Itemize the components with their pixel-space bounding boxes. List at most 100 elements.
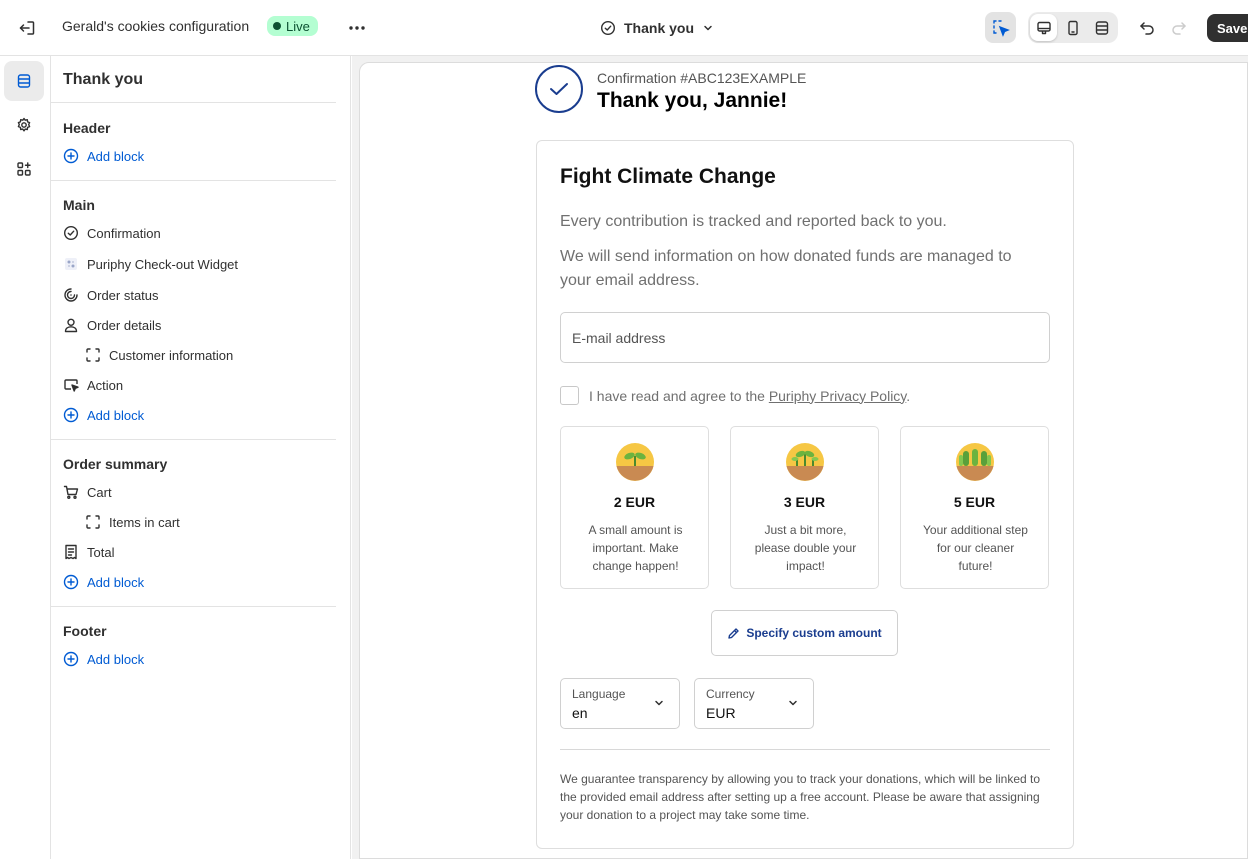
donation-tier-3[interactable]: 3 EUR Just a bit more, please double you… — [730, 426, 879, 589]
sidebar-item-label: Customer information — [109, 347, 234, 363]
more-options-icon[interactable] — [343, 15, 371, 41]
sidebar-item-cart[interactable]: Cart — [63, 481, 112, 503]
sidebar-item-action[interactable]: Action — [63, 374, 123, 396]
theme-title: Gerald's cookies configuration — [62, 18, 250, 34]
sidebar-item-order-details[interactable]: Order details — [63, 314, 161, 336]
sidebar-item-total[interactable]: Total — [63, 541, 114, 563]
undo-icon[interactable] — [1134, 15, 1160, 41]
fullwidth-icon — [1096, 20, 1109, 35]
gear-icon — [17, 117, 31, 132]
block-icon — [85, 347, 101, 363]
add-block-label: Add block — [87, 148, 145, 164]
sidebar-item-items-in-cart[interactable]: Items in cart — [85, 511, 180, 533]
exit-icon[interactable] — [14, 15, 40, 41]
inspector-button[interactable] — [985, 12, 1016, 43]
fullscreen-view-button[interactable] — [1089, 14, 1116, 41]
pencil-icon — [728, 627, 740, 639]
plus-circle-icon — [63, 574, 79, 590]
sidebar-item-label: Puriphy Check-out Widget — [87, 256, 239, 272]
divider — [51, 606, 336, 607]
language-select[interactable]: Language en — [560, 678, 680, 729]
confirmation-check-icon — [535, 65, 583, 113]
check-circle-icon — [63, 225, 79, 241]
add-block-button[interactable]: Add block — [63, 404, 144, 426]
plus-circle-icon — [63, 407, 79, 423]
sidebar-item-label: Items in cart — [109, 514, 180, 530]
tier-amount: 3 EUR — [783, 494, 826, 510]
section-heading-footer: Footer — [63, 623, 107, 639]
block-icon — [85, 514, 101, 530]
cursor-window-icon — [63, 377, 79, 393]
agree-prefix: I have read and agree to the — [589, 387, 769, 404]
top-bar: Gerald's cookies configuration Live Than… — [0, 0, 1248, 56]
tier-description: A small amount is important. Make change… — [588, 523, 683, 573]
sidebar-item-confirmation[interactable]: Confirmation — [63, 222, 161, 244]
sections-sidebar: Thank you Header Add block Main Confirma… — [51, 56, 351, 859]
receipt-icon — [63, 544, 79, 560]
page-selector[interactable]: Thank you — [600, 15, 714, 41]
chevron-down-icon — [655, 700, 663, 706]
live-badge: Live — [267, 16, 318, 36]
custom-amount-button[interactable]: Specify custom amount — [711, 610, 898, 656]
person-icon — [63, 317, 79, 333]
apps-nav-button[interactable] — [4, 149, 44, 189]
checkout-preview: Confirmation #ABC123EXAMPLE Thank you, J… — [359, 62, 1248, 859]
desktop-view-button[interactable] — [1030, 14, 1058, 41]
trees-icon — [956, 443, 994, 481]
live-badge-label: Live — [286, 18, 310, 34]
chevron-down-icon — [789, 700, 797, 706]
sidebar-item-puriphy-widget[interactable]: Puriphy Check-out Widget — [63, 253, 238, 275]
tier-amount: 2 EUR — [613, 494, 656, 510]
divider — [51, 102, 336, 103]
plus-circle-icon — [63, 651, 79, 667]
currency-value: EUR — [706, 705, 736, 721]
redo-icon[interactable] — [1166, 15, 1192, 41]
live-dot-icon — [273, 22, 281, 30]
confirmation-number: Confirmation #ABC123EXAMPLE — [597, 70, 807, 86]
language-value: en — [572, 705, 588, 721]
settings-nav-button[interactable] — [4, 105, 44, 145]
cursor-select-icon — [992, 19, 1010, 37]
divider — [560, 749, 1050, 750]
add-block-button[interactable]: Add block — [63, 571, 144, 593]
sections-nav-button[interactable] — [4, 61, 44, 101]
add-block-button[interactable]: Add block — [63, 648, 144, 670]
add-block-button[interactable]: Add block — [63, 145, 144, 167]
currency-select[interactable]: Currency EUR — [694, 678, 814, 729]
sidebar-item-label: Total — [87, 544, 115, 560]
sidebar-item-customer-information[interactable]: Customer information — [85, 344, 233, 366]
divider — [51, 439, 336, 440]
page-selector-label: Thank you — [624, 20, 695, 36]
tier-amount: 5 EUR — [953, 494, 996, 510]
add-block-label: Add block — [87, 651, 145, 667]
privacy-agreement-text: I have read and agree to the Puriphy Pri… — [589, 388, 910, 404]
puriphy-widget: Fight Climate Change Every contribution … — [536, 140, 1074, 849]
donation-tier-5[interactable]: 5 EUR Your additional step for our clean… — [900, 426, 1049, 589]
donation-tier-2[interactable]: 2 EUR A small amount is important. Make … — [560, 426, 709, 589]
sidebar-item-label: Order status — [87, 287, 159, 303]
currency-label: Currency — [706, 687, 755, 701]
mobile-view-button[interactable] — [1059, 14, 1086, 41]
sidebar-item-order-status[interactable]: Order status — [63, 284, 159, 306]
agree-suffix: . — [906, 387, 911, 404]
privacy-checkbox[interactable] — [560, 386, 579, 405]
privacy-agreement: I have read and agree to the Puriphy Pri… — [560, 386, 910, 405]
viewport-switcher — [1028, 12, 1118, 43]
widget-title: Fight Climate Change — [560, 165, 776, 188]
section-heading-header: Header — [63, 120, 111, 136]
section-heading-main: Main — [63, 197, 95, 213]
apps-icon — [17, 162, 31, 176]
sidebar-item-label: Cart — [87, 484, 112, 500]
add-block-label: Add block — [87, 407, 145, 423]
sections-icon — [17, 74, 31, 88]
save-button[interactable]: Save — [1207, 14, 1248, 42]
tier-description: Your additional step for our cleaner fut… — [923, 523, 1028, 573]
thank-you-heading: Thank you, Jannie! — [597, 89, 788, 112]
language-label: Language — [572, 687, 626, 701]
chevron-down-icon — [704, 25, 712, 31]
email-field[interactable]: E-mail address — [560, 312, 1050, 363]
sidebar-item-label: Confirmation — [87, 225, 161, 241]
divider — [51, 180, 336, 181]
privacy-policy-link[interactable]: Puriphy Privacy Policy — [769, 388, 906, 404]
transparency-note: We guarantee transparency by allowing yo… — [560, 772, 1041, 822]
